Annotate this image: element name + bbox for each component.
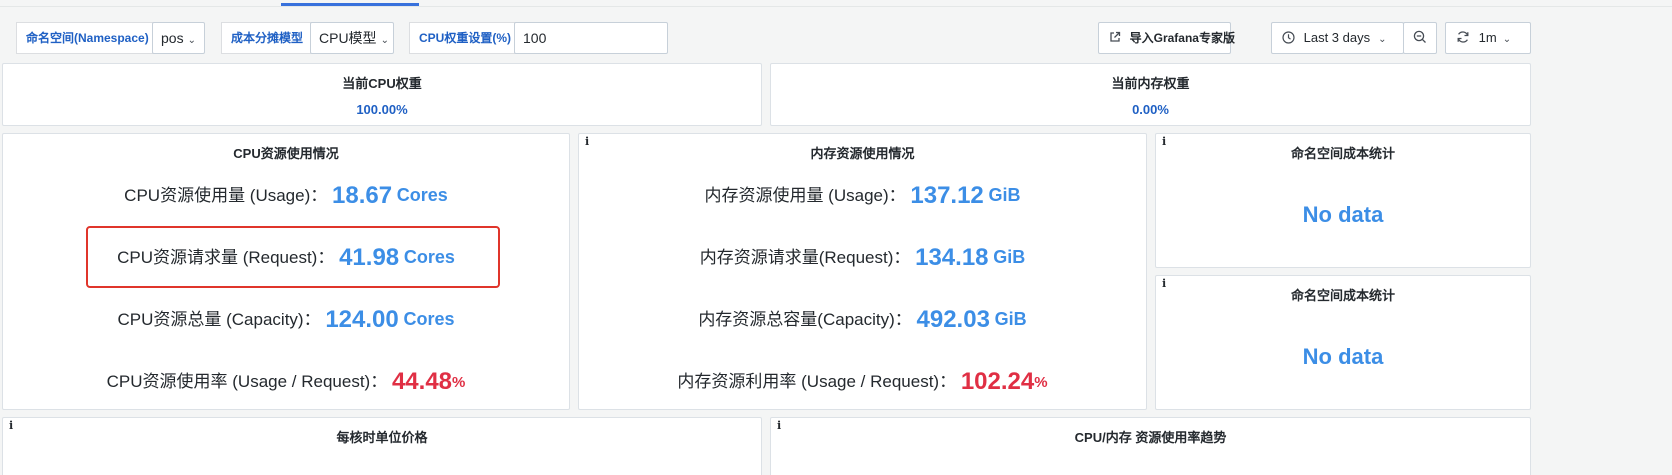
stat-value: 137.12 bbox=[910, 182, 984, 209]
mem-usage-stat: 内存资源使用量 (Usage)： 137.12 GiB bbox=[579, 181, 1146, 210]
namespace-label: 命名空间(Namespace) bbox=[16, 22, 159, 54]
zoom-out-icon bbox=[1413, 30, 1427, 45]
stat-label: 内存资源总容量(Capacity)： bbox=[698, 310, 912, 329]
cpu-weight-input[interactable]: 100 bbox=[514, 22, 668, 54]
no-data-message: No data bbox=[1302, 202, 1384, 227]
panel-title: 命名空间成本统计 bbox=[1290, 288, 1395, 303]
stat-value: 102.24 bbox=[960, 368, 1035, 395]
stat-label: 内存资源请求量(Request)： bbox=[699, 248, 911, 267]
stat-label: CPU资源总量 (Capacity)： bbox=[117, 310, 321, 329]
namespace-select[interactable]: pos ⌄ bbox=[152, 22, 205, 54]
chevron-down-icon: ⌄ bbox=[187, 35, 196, 46]
cpu-usage-stat: CPU资源使用量 (Usage)： 18.67 Cores bbox=[3, 181, 569, 210]
chevron-down-icon: ⌄ bbox=[1378, 34, 1387, 45]
panel-title: 当前内存权重 bbox=[1111, 76, 1190, 91]
panel-title: CPU/内存 资源使用率趋势 bbox=[1074, 430, 1227, 445]
stat-value: 124.00 bbox=[325, 306, 399, 333]
panel-title: 命名空间成本统计 bbox=[1290, 146, 1395, 161]
cpu-weight-label: CPU权重设置(%) bbox=[409, 22, 521, 54]
time-range-picker[interactable]: Last 3 days ⌄ bbox=[1271, 22, 1404, 54]
chevron-down-icon: ⌄ bbox=[1502, 34, 1512, 45]
mem-weight-panel: 当前内存权重 0.00% bbox=[770, 63, 1531, 126]
mem-capacity-stat: 内存资源总容量(Capacity)： 492.03 GiB bbox=[579, 305, 1146, 334]
external-link-icon bbox=[1109, 30, 1125, 45]
mem-weight-value: 0.00% bbox=[1132, 102, 1169, 117]
stat-unit: GiB bbox=[988, 185, 1021, 205]
stat-label: CPU资源使用率 (Usage / Request)： bbox=[106, 372, 388, 391]
panel-title: 当前CPU权重 bbox=[342, 76, 422, 91]
stat-value: 134.18 bbox=[915, 244, 989, 271]
cost-model-label: 成本分摊模型 bbox=[221, 22, 314, 54]
stat-label: 内存资源使用量 (Usage)： bbox=[704, 186, 906, 205]
refresh-picker[interactable]: 1m ⌄ bbox=[1445, 22, 1531, 54]
import-grafana-label: 导入Grafana专家版 bbox=[1129, 31, 1235, 45]
usage-trend-panel: i CPU/内存 资源使用率趋势 bbox=[770, 417, 1531, 475]
mem-rate-stat: 内存资源利用率 (Usage / Request)： 102.24% bbox=[579, 367, 1146, 396]
refresh-icon bbox=[1456, 30, 1474, 45]
clock-icon bbox=[1282, 30, 1299, 45]
cost-model-select[interactable]: CPU模型 ⌄ bbox=[310, 22, 394, 54]
chevron-down-icon: ⌄ bbox=[380, 35, 389, 46]
stat-value: 44.48 bbox=[391, 368, 453, 395]
namespace-cost-panel: i 命名空间成本统计 No data bbox=[1155, 275, 1531, 410]
stat-unit: % bbox=[452, 374, 466, 391]
panel-title: 内存资源使用情况 bbox=[810, 146, 915, 161]
stat-label: 内存资源利用率 (Usage / Request)： bbox=[677, 372, 957, 391]
time-range-label: Last 3 days bbox=[1303, 30, 1371, 45]
active-tab-indicator bbox=[281, 3, 419, 6]
stat-unit: % bbox=[1034, 374, 1048, 391]
stat-value: 492.03 bbox=[916, 306, 990, 333]
unit-price-panel: i 每核时单位价格 bbox=[2, 417, 762, 475]
request-highlight-box bbox=[86, 226, 500, 288]
cpu-weight-value: 100.00% bbox=[356, 102, 408, 117]
stat-unit: Cores bbox=[403, 309, 455, 329]
refresh-interval-label: 1m bbox=[1478, 30, 1497, 45]
stat-label: CPU资源使用量 (Usage)： bbox=[124, 186, 328, 205]
stat-value: 18.67 bbox=[332, 182, 393, 209]
stat-unit: Cores bbox=[396, 185, 448, 205]
cpu-capacity-stat: CPU资源总量 (Capacity)： 124.00 Cores bbox=[3, 305, 569, 334]
cost-model-select-value: CPU模型 bbox=[319, 30, 377, 46]
cpu-weight-panel: 当前CPU权重 100.00% bbox=[2, 63, 762, 126]
import-grafana-button[interactable]: 导入Grafana专家版 bbox=[1098, 22, 1235, 54]
namespace-cost-panel: i 命名空间成本统计 No data bbox=[1155, 133, 1531, 268]
namespace-select-value: pos bbox=[161, 30, 184, 46]
mem-usage-panel: i 内存资源使用情况 内存资源使用量 (Usage)： 137.12 GiB 内… bbox=[578, 133, 1147, 410]
cpu-rate-stat: CPU资源使用率 (Usage / Request)： 44.48% bbox=[3, 367, 569, 396]
panel-title: 每核时单位价格 bbox=[336, 430, 428, 445]
stat-unit: GiB bbox=[994, 309, 1027, 329]
variables-toolbar: 命名空间(Namespace) pos ⌄ 成本分摊模型 CPU模型 ⌄ CPU权重… bbox=[0, 18, 1672, 58]
zoom-out-button[interactable] bbox=[1403, 22, 1437, 54]
no-data-message: No data bbox=[1302, 344, 1384, 369]
mem-request-stat: 内存资源请求量(Request)： 134.18 GiB bbox=[579, 243, 1146, 272]
top-tab-strip bbox=[0, 0, 1672, 7]
panel-title: CPU资源使用情况 bbox=[233, 146, 339, 161]
stat-unit: GiB bbox=[993, 247, 1026, 267]
